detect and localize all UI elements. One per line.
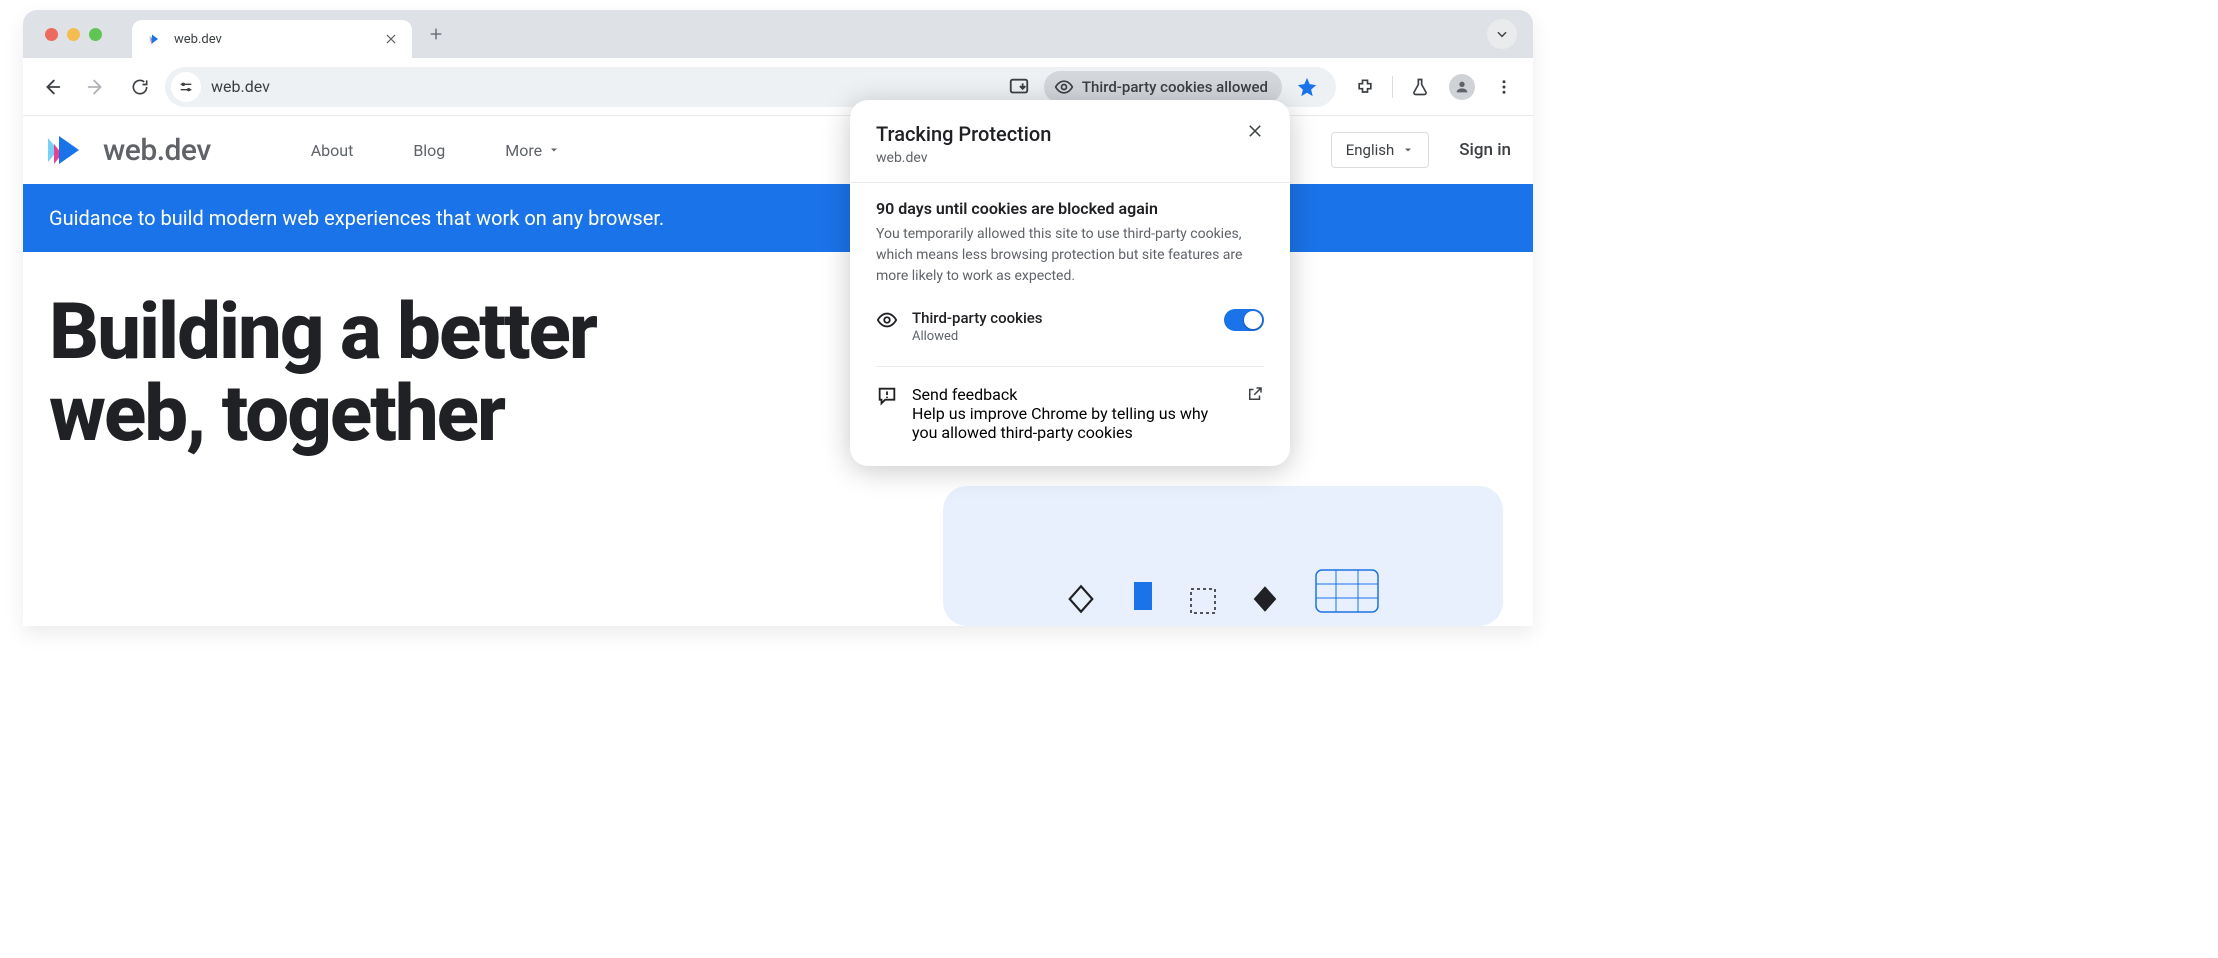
omnibox-actions: Third-party cookies allowed: [1002, 70, 1330, 104]
site-header: web.dev About Blog More English Sign in: [23, 116, 1533, 184]
popup-divider: [850, 182, 1290, 183]
tabs-dropdown-button[interactable]: [1487, 19, 1517, 49]
blue-block-icon: [1128, 576, 1158, 616]
cookie-label: Third-party cookies: [912, 309, 1210, 327]
maximize-window-button[interactable]: [89, 28, 102, 41]
bookmark-button[interactable]: [1290, 70, 1324, 104]
chrome-menu-button[interactable]: [1485, 68, 1523, 106]
popup-body: You temporarily allowed this site to use…: [876, 224, 1264, 287]
site-brand[interactable]: web.dev: [45, 132, 211, 168]
new-tab-button[interactable]: [422, 20, 450, 48]
caret-down-icon: [1402, 144, 1414, 156]
avatar-icon: [1449, 74, 1475, 100]
diamond-outline-icon: [1064, 582, 1098, 616]
profile-button[interactable]: [1443, 68, 1481, 106]
send-feedback-row[interactable]: Send feedback Help us improve Chrome by …: [876, 385, 1264, 442]
site-nav: About Blog More: [311, 141, 560, 160]
tab-strip: web.dev: [23, 10, 1533, 58]
reload-button[interactable]: [121, 68, 159, 106]
minimize-window-button[interactable]: [67, 28, 80, 41]
labs-button[interactable]: [1401, 68, 1439, 106]
banner-text: Guidance to build modern web experiences…: [49, 206, 664, 230]
feedback-body: Help us improve Chrome by telling us why…: [912, 404, 1232, 442]
hero: Building a better web, together: [23, 252, 1533, 456]
cookies-status-chip[interactable]: Third-party cookies allowed: [1044, 71, 1282, 103]
window-controls: [45, 28, 102, 41]
close-window-button[interactable]: [45, 28, 58, 41]
popup-site: web.dev: [876, 150, 1051, 166]
nav-blog[interactable]: Blog: [413, 141, 445, 160]
sign-in-link[interactable]: Sign in: [1459, 140, 1511, 160]
eye-icon: [1054, 77, 1074, 97]
cookie-toggle[interactable]: [1224, 309, 1264, 331]
toolbar-right: [1346, 68, 1523, 106]
url-text: web.dev: [211, 77, 992, 96]
cookie-toggle-row: Third-party cookies Allowed: [876, 309, 1264, 344]
site-settings-button[interactable]: [171, 72, 201, 102]
site-header-right: English Sign in: [1331, 132, 1511, 168]
install-app-button[interactable]: [1002, 70, 1036, 104]
site-banner: Guidance to build modern web experiences…: [23, 184, 1533, 252]
webdev-logo-icon: [45, 132, 91, 168]
extensions-button[interactable]: [1346, 68, 1384, 106]
cookie-status: Allowed: [912, 329, 1210, 344]
popup-title: Tracking Protection: [876, 122, 1051, 146]
toggle-knob: [1244, 311, 1262, 329]
back-button[interactable]: [33, 68, 71, 106]
popup-divider: [876, 366, 1264, 367]
caret-down-icon: [548, 144, 560, 156]
nav-about[interactable]: About: [311, 141, 354, 160]
cookies-chip-label: Third-party cookies allowed: [1082, 78, 1268, 96]
browser-tab[interactable]: web.dev: [132, 20, 412, 58]
feedback-icon: [876, 385, 898, 407]
diamond-solid-icon: [1248, 582, 1282, 616]
feedback-title: Send feedback: [912, 385, 1232, 404]
toolbar-divider: [1392, 76, 1393, 98]
open-external-icon: [1246, 385, 1264, 403]
grid-icon: [1312, 566, 1382, 616]
eye-icon: [876, 309, 898, 331]
nav-more[interactable]: More: [505, 141, 560, 160]
popup-close-button[interactable]: [1246, 122, 1264, 140]
browser-window: web.dev web.dev: [23, 10, 1533, 626]
forward-button[interactable]: [77, 68, 115, 106]
popup-heading: 90 days until cookies are blocked again: [876, 199, 1264, 218]
tab-close-button[interactable]: [384, 32, 398, 46]
hero-illustration: [943, 486, 1503, 626]
page-content: web.dev About Blog More English Sign in …: [23, 116, 1533, 626]
language-selector[interactable]: English: [1331, 132, 1430, 168]
tab-title: web.dev: [174, 32, 222, 47]
webdev-favicon-icon: [146, 30, 164, 48]
brand-name: web.dev: [103, 133, 211, 168]
dashed-box-icon: [1188, 586, 1218, 616]
tracking-protection-popup: Tracking Protection web.dev 90 days unti…: [850, 100, 1290, 466]
toolbar: web.dev Third-party cookies allowed: [23, 58, 1533, 116]
